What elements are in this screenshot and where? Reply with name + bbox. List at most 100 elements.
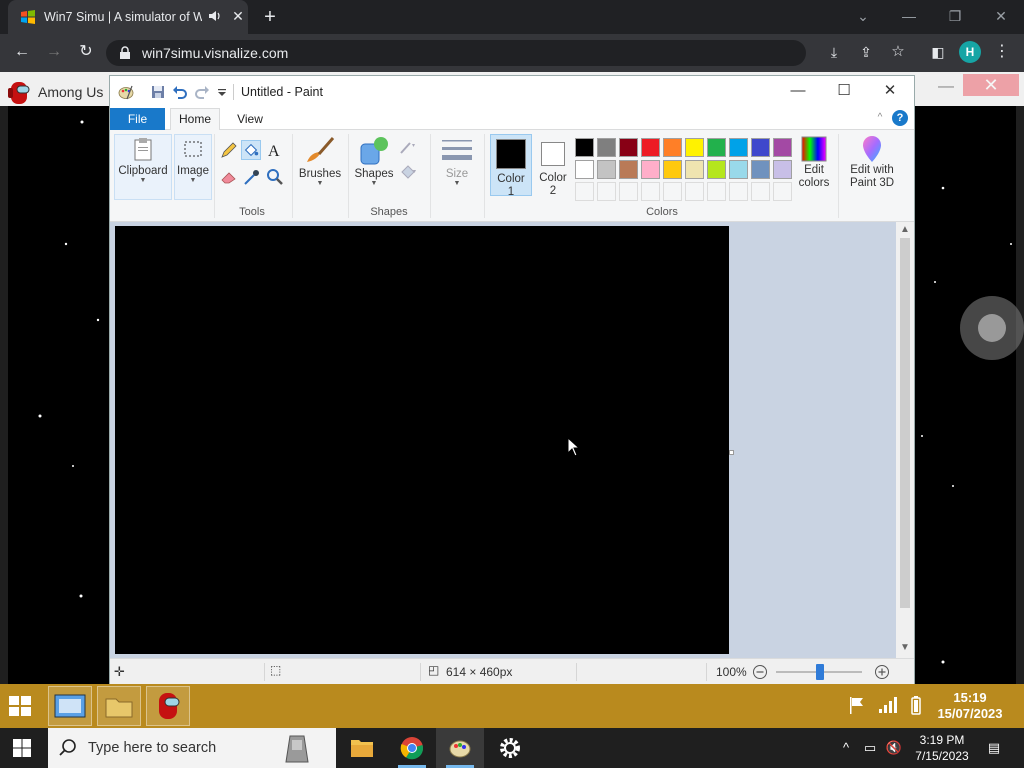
text-icon[interactable]: A <box>265 140 285 160</box>
signal-icon[interactable] <box>876 694 898 716</box>
action-center-flag-icon[interactable] <box>846 694 868 716</box>
edit-with-paint3d-button[interactable]: Edit with Paint 3D <box>844 134 900 200</box>
palette-color-swatch[interactable] <box>575 160 594 179</box>
background-minimize-button[interactable]: — <box>937 78 955 96</box>
canvas-resize-handle[interactable] <box>729 450 734 455</box>
taskbar-chrome[interactable] <box>388 728 436 768</box>
ribbon-collapse-icon[interactable]: ^ <box>874 112 886 124</box>
palette-color-swatch[interactable] <box>751 138 770 157</box>
reload-button[interactable]: ↻ <box>74 41 98 63</box>
help-icon[interactable]: ? <box>892 110 908 126</box>
edit-colors-button[interactable]: Edit colors <box>794 134 834 200</box>
share-icon[interactable]: ⇪ <box>854 41 878 63</box>
scroll-down-icon[interactable]: ▼ <box>899 642 911 654</box>
tab-close-icon[interactable]: ✕ <box>230 8 246 24</box>
palette-color-swatch[interactable] <box>641 138 660 157</box>
background-close-button[interactable]: ✕ <box>963 74 1019 96</box>
pencil-icon[interactable] <box>219 140 239 160</box>
palette-color-swatch[interactable] <box>729 160 748 179</box>
palette-color-swatch[interactable] <box>663 160 682 179</box>
palette-color-swatch[interactable] <box>597 138 616 157</box>
sim-taskbar-explorer-app[interactable] <box>97 686 141 726</box>
palette-color-swatch[interactable] <box>707 160 726 179</box>
size-button[interactable]: Size ▼ <box>434 134 480 200</box>
palette-color-swatch[interactable] <box>751 160 770 179</box>
fill-shape-icon[interactable] <box>398 162 418 182</box>
browser-restore-button[interactable]: ❐ <box>942 6 968 26</box>
undo-icon[interactable] <box>172 84 188 100</box>
new-tab-button[interactable]: + <box>260 6 280 28</box>
browser-menu-icon[interactable]: ⋮ <box>990 41 1014 63</box>
sim-clock[interactable]: 15:19 15/07/2023 <box>930 690 1010 722</box>
palette-color-swatch[interactable] <box>619 160 638 179</box>
palette-custom-slot[interactable] <box>663 182 682 201</box>
battery-icon[interactable] <box>905 694 927 716</box>
customize-qat-icon[interactable] <box>214 84 230 100</box>
image-button[interactable]: Image ▼ <box>174 134 212 200</box>
tab-home[interactable]: Home <box>170 108 220 131</box>
palette-color-swatch[interactable] <box>575 138 594 157</box>
browser-close-button[interactable]: ✕ <box>988 6 1014 26</box>
paint-app-icon[interactable] <box>118 84 134 100</box>
palette-color-swatch[interactable] <box>707 138 726 157</box>
network-icon[interactable]: ▭ <box>860 738 880 758</box>
palette-custom-slot[interactable] <box>597 182 616 201</box>
taskbar-paint[interactable] <box>436 728 484 768</box>
color1-button[interactable]: Color 1 <box>490 134 532 198</box>
paint-minimize-button[interactable]: — <box>783 80 813 102</box>
palette-color-swatch[interactable] <box>685 160 704 179</box>
color-picker-icon[interactable] <box>242 167 262 187</box>
palette-custom-slot[interactable] <box>685 182 704 201</box>
palette-custom-slot[interactable] <box>773 182 792 201</box>
windows-start-icon[interactable] <box>12 738 32 758</box>
vertical-scrollbar[interactable]: ▲ ▼ <box>896 222 914 658</box>
palette-custom-slot[interactable] <box>575 182 594 201</box>
tab-file[interactable]: File <box>110 108 165 130</box>
browser-tab[interactable]: Win7 Simu | A simulator of W ✕ <box>8 0 248 34</box>
bookmark-star-icon[interactable]: ☆ <box>886 41 910 63</box>
palette-color-swatch[interactable] <box>773 160 792 179</box>
palette-color-swatch[interactable] <box>685 138 704 157</box>
palette-color-swatch[interactable] <box>773 138 792 157</box>
sim-taskbar-amongus-app[interactable] <box>146 686 190 726</box>
tab-view[interactable]: View <box>228 108 272 130</box>
profile-avatar[interactable]: H <box>959 41 981 63</box>
taskbar-search-box[interactable]: Type here to search <box>48 728 336 768</box>
taskbar-settings[interactable] <box>486 728 534 768</box>
eraser-icon[interactable] <box>219 167 239 187</box>
volume-muted-icon[interactable]: 🔇 <box>884 738 904 758</box>
notifications-icon[interactable]: ▤ <box>984 738 1004 758</box>
palette-custom-slot[interactable] <box>707 182 726 201</box>
palette-custom-slot[interactable] <box>641 182 660 201</box>
assistive-touch-button[interactable] <box>960 296 1024 360</box>
windows-start-icon[interactable] <box>6 692 34 720</box>
address-bar[interactable]: win7simu.visnalize.com <box>106 40 806 66</box>
drawing-canvas[interactable] <box>115 226 729 654</box>
side-panel-icon[interactable]: ◧ <box>926 41 950 63</box>
shapes-button[interactable]: Shapes ▼ <box>352 134 396 200</box>
tab-search-icon[interactable]: ⌄ <box>850 6 876 26</box>
zoom-in-icon[interactable] <box>874 664 890 680</box>
palette-color-swatch[interactable] <box>597 160 616 179</box>
save-icon[interactable] <box>150 84 166 100</box>
color2-button[interactable]: Color 2 <box>532 134 574 197</box>
paint-close-button[interactable]: ✕ <box>875 80 905 102</box>
magnifier-icon[interactable] <box>265 167 285 187</box>
clipboard-button[interactable]: Clipboard ▼ <box>114 134 172 200</box>
palette-custom-slot[interactable] <box>729 182 748 201</box>
zoom-out-icon[interactable] <box>752 664 768 680</box>
browser-minimize-button[interactable]: — <box>896 6 922 26</box>
zoom-slider-thumb[interactable] <box>816 664 824 680</box>
forward-button[interactable]: → <box>42 41 66 63</box>
paint-maximize-button[interactable]: ☐ <box>829 80 859 102</box>
taskbar-file-explorer[interactable] <box>338 728 386 768</box>
brushes-button[interactable]: Brushes ▼ <box>296 134 344 200</box>
palette-color-swatch[interactable] <box>663 138 682 157</box>
sim-taskbar-paint-app[interactable] <box>48 686 92 726</box>
palette-color-swatch[interactable] <box>641 160 660 179</box>
speaker-icon[interactable] <box>208 9 222 23</box>
palette-color-swatch[interactable] <box>729 138 748 157</box>
scroll-up-icon[interactable]: ▲ <box>899 224 911 236</box>
show-hidden-icons-icon[interactable]: ^ <box>836 738 856 758</box>
outline-icon[interactable] <box>398 138 418 158</box>
